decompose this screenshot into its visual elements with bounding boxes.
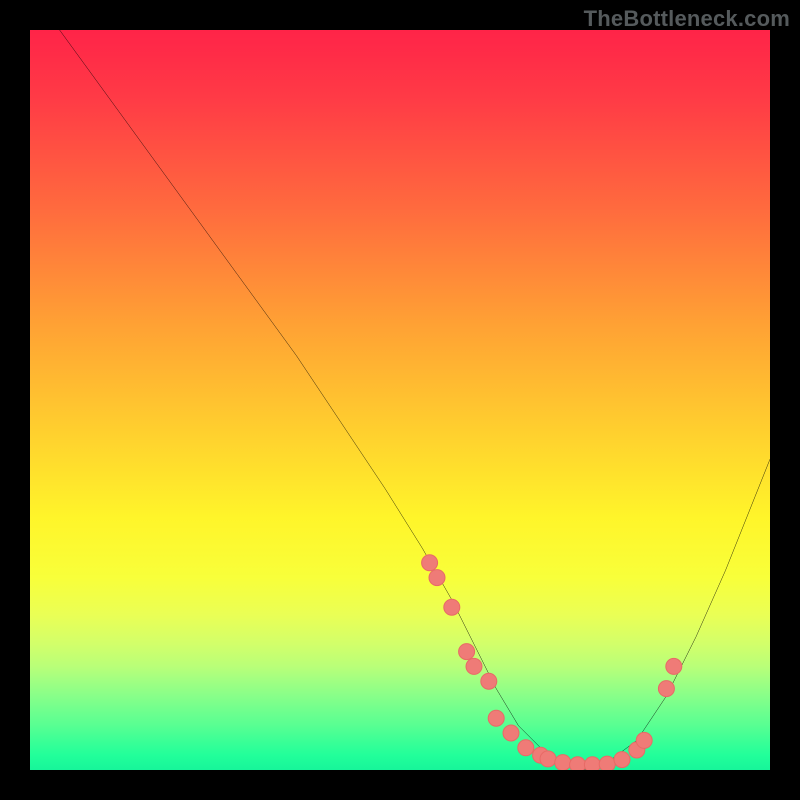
watermark-label: TheBottleneck.com xyxy=(584,6,790,32)
plot-area xyxy=(30,30,770,770)
chart-frame: TheBottleneck.com xyxy=(0,0,800,800)
gradient-background xyxy=(30,30,770,770)
